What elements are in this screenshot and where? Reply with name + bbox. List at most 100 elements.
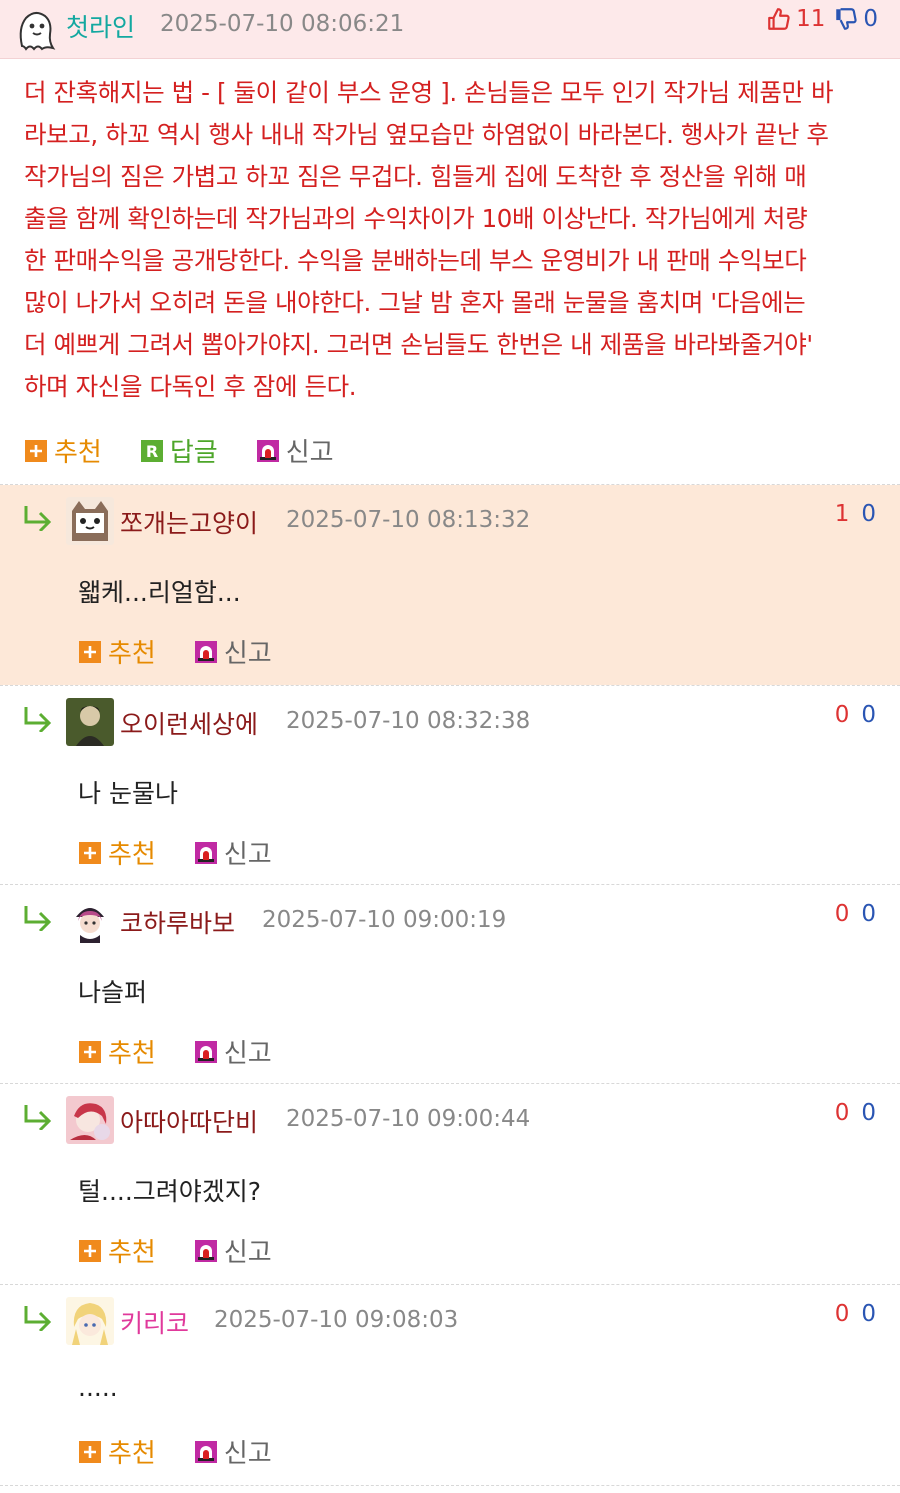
post-author-name[interactable]: 첫라인	[66, 8, 135, 44]
post-downvote-count: 0	[863, 6, 878, 32]
comment-timestamp: 2025-07-10 09:08:03	[214, 1307, 459, 1333]
comment-actions: 추천 신고	[78, 834, 310, 871]
comment-actions: 추천 신고	[78, 1433, 310, 1470]
avatar[interactable]	[66, 1297, 114, 1345]
siren-icon	[256, 439, 279, 462]
comment-votes: 00	[835, 901, 876, 927]
recommend-button[interactable]: 추천	[78, 633, 156, 670]
recommend-button[interactable]: 추천	[78, 1433, 156, 1470]
plus-icon	[25, 439, 47, 462]
report-label: 신고	[223, 840, 272, 870]
comment-downvote-count[interactable]: 0	[861, 501, 876, 527]
plus-icon	[79, 1040, 101, 1063]
comment-author-name[interactable]: 쪼개는고양이	[120, 504, 258, 540]
comment-votes: 00	[835, 1100, 876, 1126]
ghost-avatar-icon[interactable]	[12, 6, 58, 52]
divider	[0, 1485, 900, 1486]
comment-item: 쪼개는고양이 2025-07-10 08:13:32 10 왧케...리얼함..…	[0, 485, 900, 685]
reply-arrow-icon	[24, 906, 52, 931]
svg-text:R: R	[146, 442, 158, 461]
comment-text: 나 눈물나	[78, 779, 178, 808]
post-body-line: 라보고, 하꼬 역시 행사 내내 작가님 옆모습만 하염없이 바라본다. 행사가…	[24, 120, 829, 149]
reply-r-icon: R	[140, 439, 163, 462]
recommend-label: 추천	[108, 1039, 156, 1069]
comment-author-name[interactable]: 오이런세상에	[120, 705, 258, 741]
recommend-button[interactable]: 추천	[78, 1033, 156, 1070]
report-label: 신고	[223, 1439, 272, 1469]
comment-text: 털....그려야겠지?	[78, 1177, 262, 1206]
recommend-button[interactable]: 추천	[78, 1232, 156, 1269]
reply-arrow-icon	[24, 707, 52, 732]
recommend-label: 추천	[108, 840, 156, 870]
report-label: 신고	[223, 1238, 272, 1268]
post-body-line: 많이 나가서 오히려 돈을 내야한다. 그날 밤 혼자 몰래 눈물을 훔치며 '…	[24, 288, 806, 317]
avatar[interactable]	[66, 897, 114, 945]
reply-button[interactable]: R 답글	[140, 432, 218, 469]
reply-label: 답글	[169, 438, 218, 468]
report-label: 신고	[223, 1039, 272, 1069]
post-body-line: 하며 자신을 다독인 후 잠에 든다.	[24, 372, 357, 401]
report-button[interactable]: 신고	[194, 834, 272, 871]
siren-icon	[194, 1440, 217, 1463]
comment-text: 나슬퍼	[78, 978, 148, 1007]
comment-item: 아따아따단비 2025-07-10 09:00:44 00 털....그려야겠지…	[0, 1084, 900, 1284]
report-button[interactable]: 신고	[194, 1433, 272, 1470]
plus-icon	[79, 1440, 101, 1463]
recommend-label: 추천	[108, 1439, 156, 1469]
comment-upvote-count[interactable]: 0	[835, 901, 850, 927]
post-body-line: 작가님의 짐은 가볍고 하꼬 짐은 무겁다. 힘들게 집에 도착한 후 정산을 …	[24, 162, 807, 191]
post-timestamp: 2025-07-10 08:06:21	[160, 11, 405, 37]
post-header: 첫라인 2025-07-10 08:06:21 11 0	[0, 0, 900, 59]
comment-votes: 00	[835, 1301, 876, 1327]
plus-icon	[79, 1239, 101, 1262]
comment-text: .....	[78, 1373, 118, 1402]
recommend-button[interactable]: 추천	[24, 432, 102, 469]
comment-author-name[interactable]: 키리코	[120, 1304, 189, 1340]
comment-upvote-count[interactable]: 0	[835, 1301, 850, 1327]
recommend-button[interactable]: 추천	[78, 834, 156, 871]
comment-text: 왧케...리얼함...	[78, 578, 241, 607]
siren-icon	[194, 1040, 217, 1063]
comment-downvote-count[interactable]: 0	[861, 702, 876, 728]
report-button[interactable]: 신고	[194, 1232, 272, 1269]
comment-timestamp: 2025-07-10 08:32:38	[286, 708, 531, 734]
plus-icon	[79, 841, 101, 864]
post-body-line: 더 잔혹해지는 법 - [ 둘이 같이 부스 운영 ]. 손님들은 모두 인기 …	[24, 78, 834, 107]
comment-item: 오이런세상에 2025-07-10 08:32:38 00 나 눈물나 추천 신…	[0, 686, 900, 884]
comment-author-name[interactable]: 아따아따단비	[120, 1103, 258, 1139]
avatar[interactable]	[66, 497, 114, 545]
thumbs-up-icon[interactable]	[766, 6, 792, 32]
plus-icon	[79, 640, 101, 663]
comment-author-name[interactable]: 코하루바보	[120, 904, 235, 940]
post-votes: 11 0	[766, 6, 878, 32]
comment-votes: 00	[835, 702, 876, 728]
comment-actions: 추천 신고	[78, 633, 310, 670]
comment-upvote-count[interactable]: 1	[835, 501, 850, 527]
report-button[interactable]: 신고	[256, 432, 334, 469]
comment-item: 키리코 2025-07-10 09:08:03 00 ..... 추천 신고	[0, 1285, 900, 1485]
thumbs-down-icon[interactable]	[833, 6, 859, 32]
comment-downvote-count[interactable]: 0	[861, 1100, 876, 1126]
comment-downvote-count[interactable]: 0	[861, 901, 876, 927]
comment-timestamp: 2025-07-10 09:00:19	[262, 907, 507, 933]
post-body-line: 더 예쁘게 그려서 뽑아가야지. 그러면 손님들도 한번은 내 제품을 바라봐줄…	[24, 330, 813, 359]
avatar[interactable]	[66, 698, 114, 746]
comment-upvote-count[interactable]: 0	[835, 1100, 850, 1126]
post-body-line: 출을 함께 확인하는데 작가님과의 수익차이가 10배 이상난다. 작가님에게 …	[24, 204, 808, 233]
report-button[interactable]: 신고	[194, 633, 272, 670]
comment-timestamp: 2025-07-10 09:00:44	[286, 1106, 531, 1132]
comment-downvote-count[interactable]: 0	[861, 1301, 876, 1327]
report-label: 신고	[285, 438, 334, 468]
reply-arrow-icon	[24, 506, 52, 531]
post-body-line: 한 판매수익을 공개당한다. 수익을 분배하는데 부스 운영비가 내 판매 수익…	[24, 246, 807, 275]
report-label: 신고	[223, 639, 272, 669]
reply-arrow-icon	[24, 1105, 52, 1130]
report-button[interactable]: 신고	[194, 1033, 272, 1070]
comment-upvote-count[interactable]: 0	[835, 702, 850, 728]
comment-timestamp: 2025-07-10 08:13:32	[286, 507, 531, 533]
avatar[interactable]	[66, 1096, 114, 1144]
comment-item: 코하루바보 2025-07-10 09:00:19 00 나슬퍼 추천 신고	[0, 885, 900, 1083]
recommend-label: 추천	[108, 639, 156, 669]
comment-actions: 추천 신고	[78, 1232, 310, 1269]
post-upvote-count: 11	[796, 6, 826, 32]
